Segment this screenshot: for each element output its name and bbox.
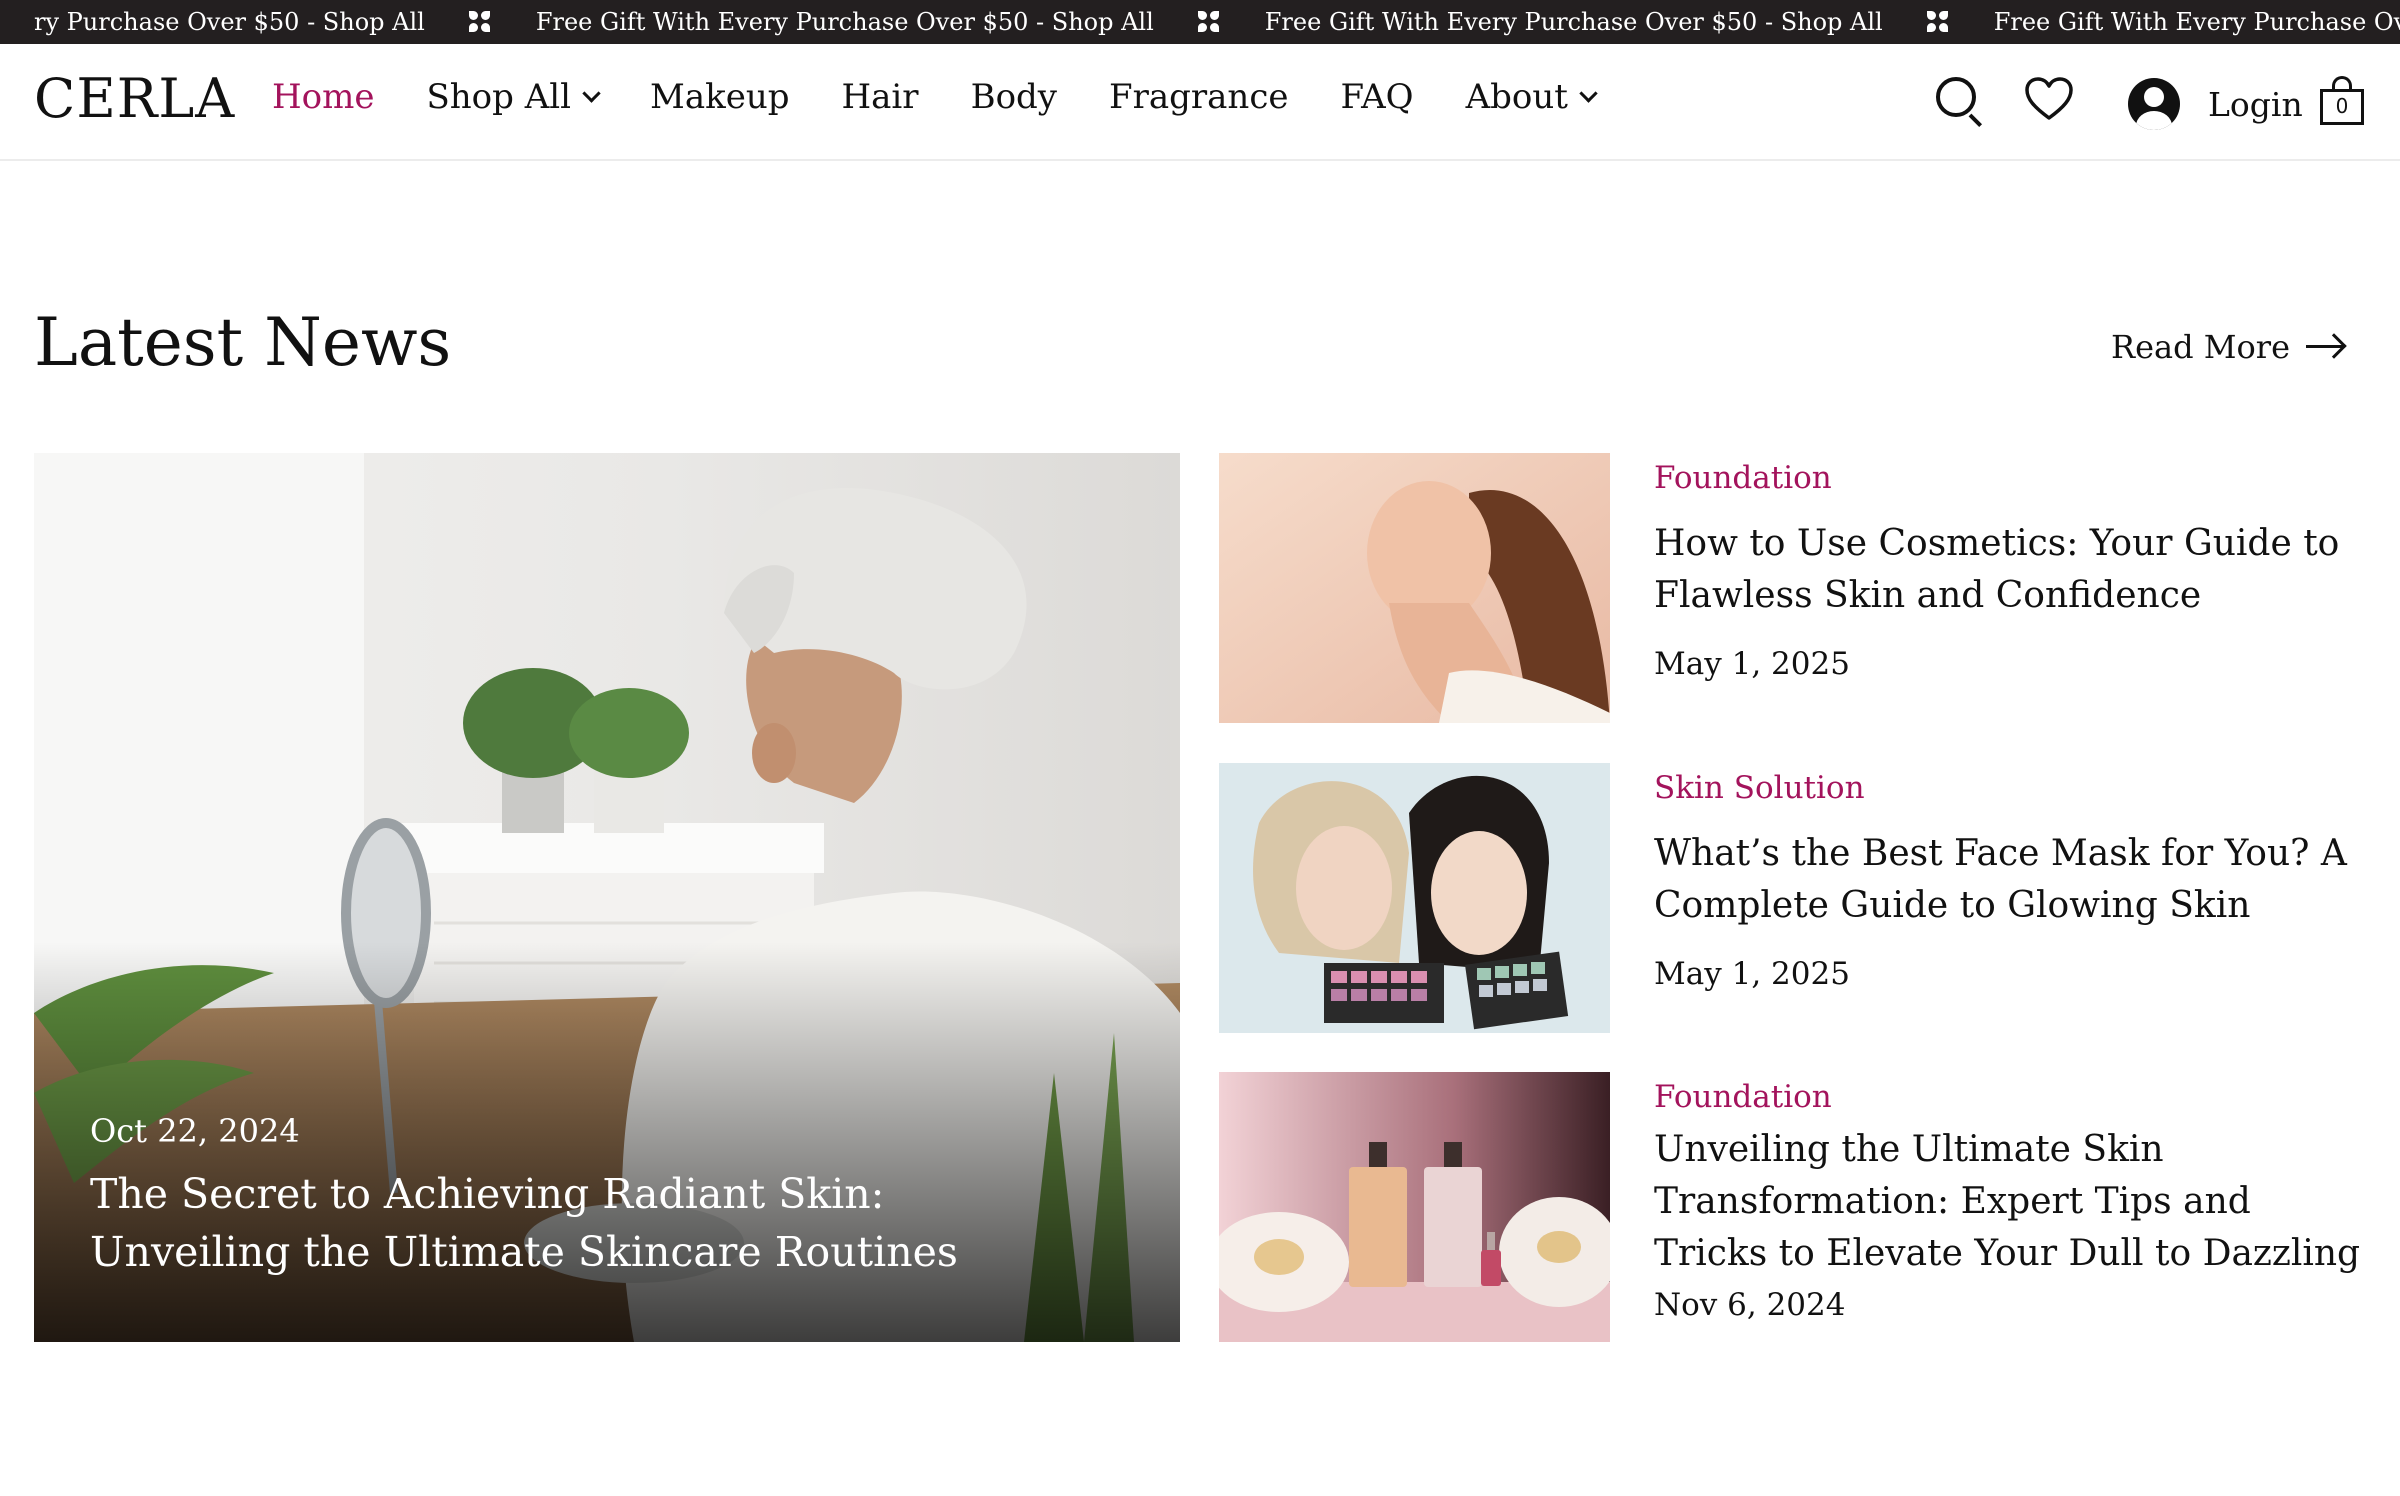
nav-item-faq[interactable]: FAQ (1340, 80, 1413, 114)
featured-date: Oct 22, 2024 (90, 1112, 300, 1150)
section-title: Latest News (34, 304, 452, 381)
article-image (1219, 763, 1610, 1033)
nav-item-about[interactable]: About (1465, 77, 1598, 117)
nav-label: Body (970, 77, 1058, 117)
nav-item-home[interactable]: Home (272, 80, 374, 114)
site-header: CERLA Home Shop All Makeup Hair Body Fra… (0, 44, 2400, 161)
announcement-bar: ry Purchase Over $50 - Shop All Free Gif… (0, 0, 2400, 44)
article-thumbnail[interactable] (1219, 763, 1610, 1033)
read-more-link[interactable]: Read More (2110, 328, 2347, 366)
clover-icon (468, 11, 491, 33)
announcement-item[interactable]: Free Gift With Every Purchase Over $50 - (1994, 0, 2400, 44)
article-card: Foundation Unveiling the Ultimate Skin T… (1219, 1072, 2369, 1342)
read-more-label: Read More (2110, 328, 2290, 366)
nav-item-hair[interactable]: Hair (842, 80, 919, 114)
announcement-text[interactable]: Free Gift With Every Purchase Over $50 -… (536, 0, 1154, 44)
article-date: May 1, 2025 (1654, 646, 1850, 682)
announcement-item[interactable]: ry Purchase Over $50 - Shop All (34, 0, 536, 44)
chevron-down-icon (582, 83, 601, 103)
announcement-text[interactable]: ry Purchase Over $50 - Shop All (34, 0, 425, 44)
article-date: Nov 6, 2024 (1654, 1287, 1846, 1323)
clover-icon (1197, 11, 1220, 33)
nav-label: Home (272, 77, 375, 117)
nav-label: Makeup (650, 77, 790, 117)
nav-item-shop-all[interactable]: Shop All (426, 77, 601, 117)
featured-title[interactable]: The Secret to Achieving Radiant Skin: Un… (90, 1165, 1050, 1281)
nav-item-fragrance[interactable]: Fragrance (1109, 80, 1288, 114)
bag-icon[interactable]: 0 (2320, 76, 2364, 126)
arrow-right-icon (2306, 333, 2347, 361)
article-date: May 1, 2025 (1654, 956, 1850, 992)
login-link[interactable]: Login (2208, 88, 2303, 121)
article-image (1219, 1072, 1610, 1342)
nav-label: Hair (841, 77, 919, 117)
nav-item-makeup[interactable]: Makeup (650, 80, 789, 114)
cart-count: 0 (2335, 94, 2349, 118)
article-title[interactable]: Unveiling the Ultimate Skin Transformati… (1654, 1124, 2374, 1280)
article-thumbnail[interactable] (1219, 1072, 1610, 1342)
chevron-down-icon (1579, 83, 1598, 103)
article-image (1219, 453, 1610, 723)
article-category[interactable]: Skin Solution (1654, 773, 1865, 804)
announcement-item[interactable]: Free Gift With Every Purchase Over $50 -… (536, 0, 1265, 44)
featured-article[interactable]: Oct 22, 2024 The Secret to Achieving Rad… (34, 453, 1180, 1342)
article-title[interactable]: How to Use Cosmetics: Your Guide to Flaw… (1654, 518, 2374, 622)
nav-label: Fragrance (1109, 77, 1289, 117)
article-card: Skin Solution What’s the Best Face Mask … (1219, 763, 2369, 1033)
nav-item-body[interactable]: Body (971, 80, 1057, 114)
article-card: Foundation How to Use Cosmetics: Your Gu… (1219, 453, 2369, 723)
heart-icon[interactable] (2024, 76, 2074, 122)
article-title[interactable]: What’s the Best Face Mask for You? A Com… (1654, 828, 2374, 932)
article-category[interactable]: Foundation (1654, 463, 1832, 494)
article-thumbnail[interactable] (1219, 453, 1610, 723)
clover-icon (1926, 11, 1949, 33)
nav-label: FAQ (1340, 77, 1414, 117)
brand-logo[interactable]: CERLA (34, 72, 235, 126)
main-nav: Home Shop All Makeup Hair Body Fragrance… (272, 80, 1647, 114)
announcement-text[interactable]: Free Gift With Every Purchase Over $50 -… (1265, 0, 1883, 44)
search-icon[interactable] (1936, 77, 1984, 128)
nav-label: Shop All (426, 77, 572, 117)
announcement-item[interactable]: Free Gift With Every Purchase Over $50 -… (1265, 0, 1994, 44)
nav-label: About (1465, 77, 1568, 117)
avatar-icon[interactable] (2128, 78, 2180, 130)
article-category[interactable]: Foundation (1654, 1082, 1832, 1113)
announcement-text[interactable]: Free Gift With Every Purchase Over $50 - (1994, 0, 2400, 44)
